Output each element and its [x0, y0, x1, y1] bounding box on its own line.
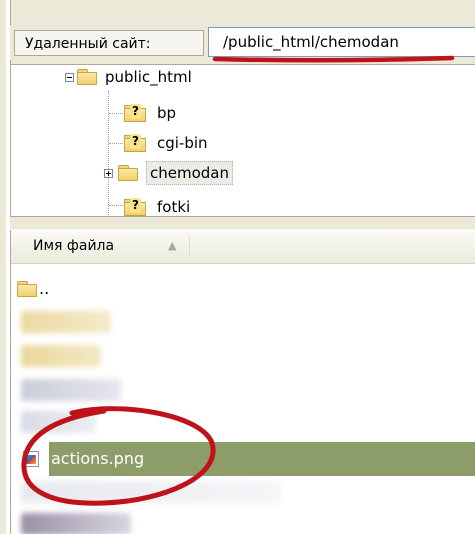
unknown-folder-icon: ?	[124, 104, 146, 122]
tree-guide-line	[109, 143, 123, 144]
column-header-label: Имя файла	[33, 238, 115, 254]
column-divider[interactable]	[189, 235, 190, 257]
tree-item-label: cgi-bin	[157, 134, 208, 152]
unknown-folder-icon: ?	[124, 134, 146, 152]
folder-icon	[17, 281, 37, 297]
unknown-folder-icon: ?	[124, 198, 146, 216]
collapse-toggle-icon[interactable]	[65, 73, 74, 82]
tree-guide-line	[108, 91, 109, 215]
column-header-filename[interactable]: Имя файла ▲	[11, 229, 475, 264]
tree-guide-line	[109, 205, 123, 206]
folder-open-icon	[77, 69, 97, 85]
blurred-list-item	[21, 379, 121, 401]
parent-directory-label: ..	[39, 279, 50, 298]
ftp-client-window: Удаленный сайт: /public_html/chemodan pu…	[0, 0, 475, 534]
red-circle-annotation	[21, 406, 216, 506]
blurred-list-item	[21, 513, 131, 534]
tree-item-bp[interactable]: ? bp	[124, 101, 324, 125]
panel-splitter[interactable]	[10, 216, 475, 230]
tree-item-cgi-bin[interactable]: ? cgi-bin	[124, 131, 324, 155]
red-underline-annotation	[212, 55, 455, 63]
remote-site-path-input[interactable]: /public_html/chemodan	[208, 27, 475, 57]
folder-icon	[118, 165, 138, 181]
tree-item-chemodan[interactable]: chemodan	[104, 161, 304, 185]
remote-site-label: Удаленный сайт:	[14, 30, 204, 56]
expand-toggle-icon[interactable]	[104, 169, 113, 178]
tree-item-label: public_html	[105, 68, 192, 86]
tree-item-public-html[interactable]: public_html	[59, 65, 359, 89]
remote-folder-tree[interactable]: public_html ? bp ? cgi-bin chemodan ? fo…	[11, 64, 475, 217]
blurred-list-item	[21, 345, 101, 367]
tree-item-label: chemodan	[146, 161, 233, 185]
tree-item-label: fotki	[157, 198, 191, 216]
tree-item-fotki[interactable]: ? fotki	[124, 195, 324, 217]
tree-guide-line	[109, 113, 123, 114]
sort-arrow-icon: ▲	[168, 239, 177, 252]
tree-item-label: bp	[157, 104, 177, 122]
blurred-list-item	[21, 311, 111, 333]
